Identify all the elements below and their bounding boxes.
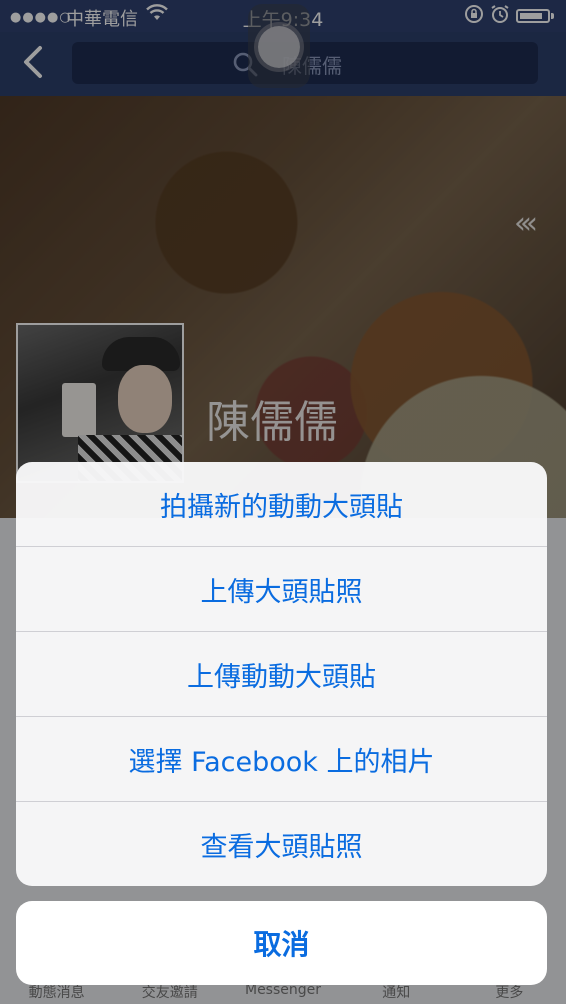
upload-profile-picture-button[interactable]: 上傳大頭貼照 — [16, 547, 547, 632]
cancel-button[interactable]: 取消 — [16, 901, 547, 985]
action-sheet: 拍攝新的動動大頭貼 上傳大頭貼照 上傳動動大頭貼 選擇 Facebook 上的相… — [16, 462, 547, 886]
select-facebook-photo-button[interactable]: 選擇 Facebook 上的相片 — [16, 717, 547, 802]
take-new-profile-video-button[interactable]: 拍攝新的動動大頭貼 — [16, 462, 547, 547]
view-profile-picture-button[interactable]: 查看大頭貼照 — [16, 802, 547, 886]
upload-profile-video-button[interactable]: 上傳動動大頭貼 — [16, 632, 547, 717]
